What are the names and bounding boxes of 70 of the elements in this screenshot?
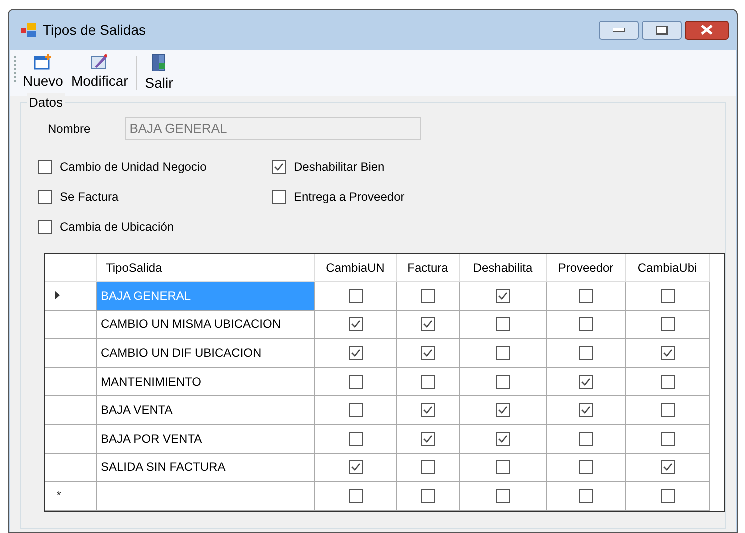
checkbox-label: Cambia de Ubicación (60, 218, 174, 236)
checkbox[interactable] (579, 488, 593, 503)
checkbox[interactable] (496, 346, 510, 360)
checkbox-label: Deshabilitar Bien (294, 158, 385, 176)
checkbox[interactable] (348, 346, 362, 360)
checkbox[interactable] (272, 160, 286, 174)
checkbox-label: Se Factura (60, 188, 119, 206)
checkbox[interactable] (579, 374, 593, 389)
checkbox[interactable] (660, 346, 674, 360)
toolbar-button[interactable]: Nuevo (23, 54, 64, 89)
checkbox[interactable] (348, 460, 362, 474)
door-icon (152, 54, 166, 72)
checkbox[interactable] (496, 488, 510, 503)
checkbox[interactable] (348, 488, 362, 503)
field-label: Nombre (48, 120, 91, 138)
toolbar-button[interactable]: Salir (145, 54, 174, 91)
checkbox[interactable] (579, 432, 593, 446)
checkbox[interactable] (421, 317, 435, 332)
checkbox[interactable] (496, 460, 510, 474)
close-button[interactable] (685, 20, 729, 40)
checkbox[interactable] (421, 403, 435, 418)
checkbox[interactable] (348, 432, 362, 446)
checkbox[interactable] (421, 488, 435, 503)
current-row-icon (55, 291, 60, 300)
checkbox[interactable] (348, 288, 362, 303)
checkbox[interactable] (579, 317, 593, 332)
checkbox[interactable] (421, 346, 435, 360)
checkbox[interactable] (272, 190, 286, 204)
checkbox[interactable] (579, 288, 593, 303)
checkbox[interactable] (421, 460, 435, 474)
checkbox[interactable] (660, 488, 674, 503)
checkbox[interactable] (496, 432, 510, 446)
checkbox[interactable] (660, 374, 674, 389)
checkbox[interactable] (38, 160, 52, 174)
checkbox[interactable] (38, 190, 52, 204)
minimize-icon (613, 28, 625, 32)
checkbox[interactable] (660, 288, 674, 303)
toolbar-button[interactable]: Modificar (71, 54, 128, 89)
new-window-icon (34, 54, 52, 70)
checkbox[interactable] (660, 432, 674, 446)
checkbox[interactable] (421, 374, 435, 389)
checkbox[interactable] (579, 460, 593, 474)
app-icon (21, 23, 37, 37)
new-row-marker: * (56, 488, 62, 504)
checkbox[interactable] (660, 317, 674, 332)
checkbox[interactable] (496, 317, 510, 332)
row-header[interactable]: * (45, 482, 97, 511)
maximize-button[interactable] (642, 20, 682, 40)
checkbox[interactable] (348, 403, 362, 418)
checkbox[interactable] (496, 374, 510, 389)
checkbox[interactable] (421, 288, 435, 303)
checkbox[interactable] (348, 317, 362, 332)
grip-icon (14, 56, 17, 84)
checkbox[interactable] (579, 403, 593, 418)
checkbox[interactable] (38, 220, 52, 234)
close-icon (701, 25, 713, 35)
name-field[interactable]: BAJA GENERAL (124, 117, 421, 140)
checkbox[interactable] (579, 346, 593, 360)
checkbox[interactable] (348, 374, 362, 389)
minimize-button[interactable] (599, 20, 639, 40)
checkbox[interactable] (660, 403, 674, 418)
checkbox[interactable] (421, 432, 435, 446)
window-title: Tipos de Salidas (43, 20, 146, 40)
checkbox-label: Cambio de Unidad Negocio (60, 158, 207, 176)
checkbox[interactable] (660, 460, 674, 474)
checkbox-label: Entrega a Proveedor (294, 188, 405, 206)
checkbox[interactable] (496, 288, 510, 303)
maximize-icon (656, 26, 668, 34)
checkbox[interactable] (496, 403, 510, 418)
pencil-edit-icon (90, 54, 109, 70)
